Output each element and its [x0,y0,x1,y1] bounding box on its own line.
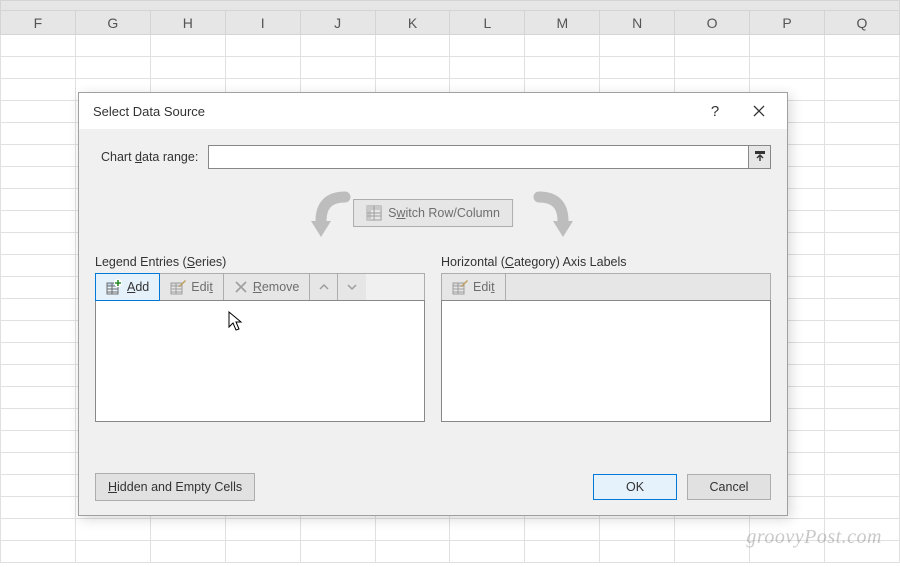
cancel-button[interactable]: Cancel [687,474,771,500]
col-header[interactable]: Q [824,11,899,35]
col-header[interactable]: G [75,11,150,35]
collapse-dialog-button[interactable] [748,146,770,168]
remove-series-button[interactable]: Remove [224,274,311,300]
move-down-button[interactable] [338,274,366,300]
col-header[interactable]: P [750,11,825,35]
col-header[interactable]: O [675,11,750,35]
close-icon [753,105,765,117]
titlebar[interactable]: Select Data Source ? [79,93,787,129]
chart-data-range-label: Chart data range: [95,150,198,164]
legend-entries-listbox[interactable] [95,300,425,422]
edit-series-button[interactable]: Edit [160,274,224,300]
col-header[interactable]: M [525,11,600,35]
dialog-title: Select Data Source [93,104,693,119]
add-icon [106,279,122,295]
edit-icon [170,279,186,295]
close-button[interactable] [737,96,781,126]
col-header[interactable]: L [450,11,525,35]
edit-axis-labels-button[interactable]: Edit [442,274,506,300]
collapse-icon [754,150,766,164]
edit-icon [452,279,468,295]
chart-data-range-input[interactable] [209,146,748,168]
column-headers[interactable]: F G H I J K L M N O P Q [1,11,900,35]
col-header[interactable]: H [150,11,225,35]
add-series-button[interactable]: Add [95,273,160,301]
col-header[interactable]: K [375,11,450,35]
axis-labels-panel: Horizontal (Category) Axis Labels Edit [441,255,771,422]
help-button[interactable]: ? [693,96,737,126]
switch-icon [366,205,382,221]
watermark: groovyPost.com [746,526,882,549]
hidden-empty-cells-button[interactable]: Hidden and Empty Cells [95,473,255,501]
col-header[interactable]: J [300,11,375,35]
chevron-down-icon [346,281,358,293]
switch-row-column-button[interactable]: Switch Row/Column [353,199,513,227]
chevron-up-icon [318,281,330,293]
col-header[interactable]: F [1,11,76,35]
ok-button[interactable]: OK [593,474,677,500]
legend-entries-panel: Legend Entries (Series) Add [95,255,425,422]
axis-labels-label: Horizontal (Category) Axis Labels [441,255,771,269]
select-data-source-dialog: Select Data Source ? Chart data range: [78,92,788,516]
remove-icon [234,280,248,294]
col-header[interactable]: N [600,11,675,35]
arrow-right-icon [523,191,579,243]
move-up-button[interactable] [310,274,338,300]
axis-labels-listbox[interactable] [441,300,771,422]
legend-entries-label: Legend Entries (Series) [95,255,425,269]
col-header[interactable]: I [225,11,300,35]
